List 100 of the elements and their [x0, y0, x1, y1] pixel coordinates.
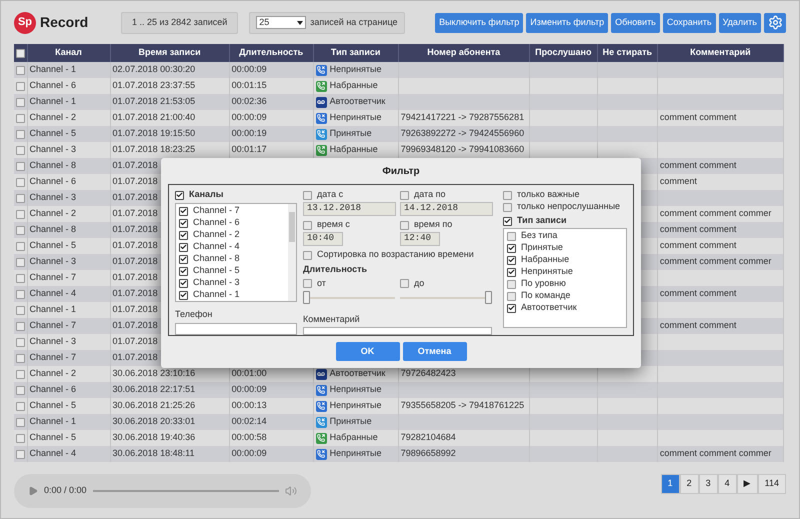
checkbox[interactable]	[16, 322, 25, 330]
checkbox[interactable]	[507, 304, 516, 312]
settings-button[interactable]	[764, 12, 786, 32]
input-field[interactable]: 10:40	[303, 232, 343, 246]
comment-field[interactable]	[303, 327, 492, 335]
checkbox[interactable]	[16, 450, 25, 458]
dialog-button[interactable]: OK	[336, 342, 400, 361]
player-time: 0:00 / 0:00	[44, 484, 87, 498]
checkbox[interactable]	[507, 232, 516, 240]
table-row[interactable]: Channel - 1 30.06.2018 20:33:01 00:02:14 Принятые	[14, 414, 784, 430]
table-cell-text: Автоответчик	[330, 367, 386, 380]
table-row[interactable]: Channel - 1 01.07.2018 21:53:05 00:02:36 Автоответчик	[14, 94, 784, 110]
checkbox[interactable]	[179, 242, 188, 252]
page-button[interactable]: 114	[758, 474, 786, 494]
toolbar-button[interactable]: Обновить	[611, 12, 660, 32]
checkbox[interactable]	[507, 268, 516, 276]
table-row[interactable]: Channel - 1 02.07.2018 00:30:20 00:00:09 Непринятые	[14, 62, 784, 78]
toolbar-button[interactable]: Выключить фильтр	[435, 12, 524, 32]
table-row[interactable]: Channel - 6 01.07.2018 23:37:55 00:01:15 Набранные	[14, 78, 784, 94]
checkbox[interactable]	[303, 250, 312, 260]
checkbox[interactable]	[400, 190, 409, 200]
checkbox[interactable]	[16, 130, 25, 138]
checkbox-label: Channel - 5	[193, 264, 240, 278]
checkbox[interactable]	[179, 290, 188, 300]
range-slider[interactable]	[303, 290, 395, 304]
play-icon[interactable]	[28, 486, 38, 496]
checkbox[interactable]	[503, 190, 512, 200]
dialog-button[interactable]: Отмена	[402, 342, 466, 361]
checkbox[interactable]	[16, 402, 25, 410]
page-button[interactable]: 3	[698, 474, 718, 494]
checkbox[interactable]	[16, 386, 25, 394]
checkbox[interactable]	[179, 206, 188, 216]
checkbox[interactable]	[175, 190, 184, 200]
checkbox[interactable]	[16, 82, 25, 90]
volume-icon[interactable]	[285, 485, 297, 497]
range-slider[interactable]	[400, 290, 492, 304]
table-row[interactable]: Channel - 5 30.06.2018 19:40:36 00:00:58 Набранные 79282104684	[14, 430, 784, 446]
checkbox[interactable]	[16, 194, 25, 202]
checkbox[interactable]	[400, 279, 409, 288]
page-button[interactable]: ▶	[736, 474, 758, 494]
page-size-select[interactable]: 25	[256, 16, 306, 29]
checkbox[interactable]	[16, 48, 25, 58]
checkbox[interactable]	[303, 190, 312, 200]
phone-field[interactable]	[175, 322, 297, 335]
checkbox[interactable]	[503, 216, 512, 226]
checkbox[interactable]	[179, 266, 188, 276]
checkbox[interactable]	[16, 98, 25, 106]
checkbox[interactable]	[179, 218, 188, 228]
checkbox[interactable]	[179, 230, 188, 240]
toolbar-button[interactable]: Удалить	[718, 12, 761, 32]
checkbox[interactable]	[16, 258, 25, 266]
incoming-call-icon	[316, 128, 327, 140]
table-row[interactable]: Channel - 2 01.07.2018 21:00:40 00:00:09 Непринятые 79421417221 -> 79287556281 comment comment	[14, 110, 784, 126]
checkbox[interactable]	[303, 279, 312, 288]
checkbox[interactable]	[16, 178, 25, 186]
checkbox[interactable]	[16, 418, 25, 426]
checkbox[interactable]	[507, 292, 516, 300]
toolbar-button[interactable]: Сохранить	[662, 12, 716, 32]
checkbox[interactable]	[16, 290, 25, 298]
checkbox[interactable]	[179, 278, 188, 288]
checkbox[interactable]	[16, 338, 25, 346]
checkbox[interactable]	[303, 220, 312, 230]
page-button[interactable]: 4	[718, 474, 737, 494]
table-row[interactable]: Channel - 3 01.07.2018 18:23:25 00:01:17 Набранные 79969348120 -> 79941083660	[14, 142, 784, 158]
table-cell: 01.07.2018	[112, 256, 158, 266]
checkbox[interactable]	[16, 210, 25, 218]
checkbox[interactable]	[507, 280, 516, 288]
table-cell: 00:02:14	[232, 416, 267, 426]
checkbox[interactable]	[16, 146, 25, 154]
input-field[interactable]: 12:40	[400, 232, 440, 246]
table-row[interactable]: Channel - 6 30.06.2018 22:17:51 00:00:09 Непринятые	[14, 382, 784, 398]
checkbox[interactable]	[16, 66, 25, 74]
checkbox[interactable]	[16, 162, 25, 170]
scrollbar[interactable]	[288, 204, 296, 301]
toolbar-button[interactable]: Изменить фильтр	[526, 12, 608, 32]
table-row[interactable]: Channel - 5 30.06.2018 21:25:26 00:00:13 Непринятые 79355658205 -> 79418761225	[14, 398, 784, 414]
checkbox[interactable]	[16, 274, 25, 282]
table-row[interactable]: Channel - 4 30.06.2018 18:48:11 00:00:09 Непринятые 79896658992 comment comment commer	[14, 446, 784, 462]
checkbox[interactable]	[503, 202, 512, 212]
checkbox[interactable]	[16, 226, 25, 234]
checkbox[interactable]	[507, 256, 516, 264]
checkbox[interactable]	[16, 370, 25, 378]
table-row[interactable]: Channel - 2 30.06.2018 23:10:16 00:01:00 Автоответчик 79726482423	[14, 366, 784, 382]
table-cell: 00:00:19	[232, 128, 267, 138]
input-field[interactable]: 14.12.2018	[400, 202, 493, 216]
page-button[interactable]: 1	[660, 474, 680, 494]
checkbox[interactable]	[16, 306, 25, 314]
checkbox-label: Сортировка по возрастанию времени	[317, 248, 474, 262]
table-cell: Channel - 1	[30, 416, 76, 426]
checkbox[interactable]	[16, 242, 25, 250]
page-button[interactable]: 2	[680, 474, 699, 494]
checkbox[interactable]	[16, 354, 25, 362]
table-row[interactable]: Channel - 5 01.07.2018 19:15:50 00:00:19 Принятые 79263892272 -> 79424556960	[14, 126, 784, 142]
checkbox[interactable]	[16, 114, 25, 122]
checkbox[interactable]	[507, 244, 516, 252]
input-field[interactable]: 13.12.2018	[303, 202, 396, 216]
checkbox-label: Channel - 1	[193, 288, 240, 302]
checkbox[interactable]	[179, 254, 188, 264]
checkbox[interactable]	[400, 220, 409, 230]
checkbox[interactable]	[16, 434, 25, 442]
